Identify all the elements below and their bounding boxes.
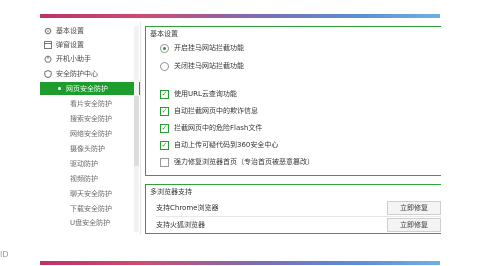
- sidebar-subitem[interactable]: 网络安全防护: [40, 127, 140, 140]
- checkbox-url-cloud[interactable]: ✓ 使用URL云查询功能: [160, 89, 237, 99]
- sidebar-item-label: 开机小助手: [56, 54, 91, 63]
- divider: [140, 22, 141, 234]
- panel-title: 基本设置: [150, 30, 178, 38]
- checkbox-unchecked-icon[interactable]: [160, 157, 169, 167]
- sidebar-subitem-label: 视频防护: [70, 174, 98, 183]
- radio-label: 开启挂马网站拦截功能: [174, 44, 244, 52]
- top-gradient-bar: [40, 14, 440, 18]
- power-icon: [44, 55, 52, 63]
- sidebar-subitem-label: U盘安全防护: [70, 218, 111, 227]
- shield-icon: [44, 69, 52, 78]
- browser-row-firefox: 支持火狐浏览器 立即修复: [156, 218, 441, 232]
- browser-label: 支持火狐浏览器: [156, 221, 205, 229]
- radio-unchecked-icon[interactable]: [160, 61, 169, 71]
- sidebar-scrollbar[interactable]: [134, 26, 139, 232]
- bottom-gradient-bar: [40, 261, 440, 265]
- sidebar-subitem[interactable]: 搜索安全防护: [40, 112, 140, 125]
- checkbox-checked-icon[interactable]: ✓: [160, 106, 169, 116]
- checkbox-label: 使用URL云查询功能: [174, 90, 237, 98]
- bullet-icon: [58, 87, 61, 90]
- checkbox-fraud-block[interactable]: ✓ 自动拦截网页中的欺诈信息: [160, 106, 258, 116]
- sidebar-subitem[interactable]: 看片安全防护: [40, 97, 140, 110]
- sidebar-item-security-center[interactable]: 安全防护中心: [40, 67, 140, 80]
- checkbox-label: 自动拦截网页中的欺诈信息: [174, 107, 258, 115]
- checkbox-upload-code[interactable]: ✓ 自动上传可疑代码到360安全中心: [160, 140, 278, 150]
- browser-row-chrome: 支持Chrome浏览器 立即修复: [156, 201, 441, 215]
- basic-settings-panel: 基本设置 开启挂马网站拦截功能 关闭挂马网站拦截功能 ✓ 使用URL云查询功能 …: [145, 26, 441, 176]
- checkbox-flash-block[interactable]: ✓ 拦截网页中的危险Flash文件: [160, 123, 262, 133]
- radio-checked-icon[interactable]: [160, 43, 169, 53]
- repair-button[interactable]: 立即修复: [387, 218, 441, 232]
- radio-label: 关闭挂马网站拦截功能: [174, 62, 244, 70]
- sidebar-subitem[interactable]: 下载安全防护: [40, 202, 140, 215]
- sidebar-subitem-label: 驱动防护: [70, 159, 98, 168]
- sidebar-subitem-label: 搜索安全防护: [70, 114, 112, 123]
- row-divider: [156, 216, 441, 217]
- checkbox-label: 拦截网页中的危险Flash文件: [174, 124, 263, 132]
- sidebar: 基本设置 弹窗设置 开机小助手 安全防护中心 网页安全防护 看片安全防护 搜索安…: [40, 22, 140, 234]
- window-icon: [44, 40, 52, 49]
- sidebar-item-boot-helper[interactable]: 开机小助手: [40, 52, 140, 65]
- panel-title: 多浏览器支持: [150, 188, 192, 196]
- radio-enable-block[interactable]: 开启挂马网站拦截功能: [160, 43, 244, 53]
- sidebar-subitem[interactable]: 驱动防护: [40, 157, 140, 170]
- checkbox-label: 自动上传可疑代码到360安全中心: [174, 141, 279, 149]
- sidebar-subitem-label: 聊天安全防护: [70, 189, 112, 198]
- side-caption: ID: [0, 250, 9, 259]
- sidebar-item-label: 弹窗设置: [56, 40, 84, 49]
- checkbox-homepage-repair[interactable]: 强力修复浏览器首页（专治首页被恶意篡改）: [160, 157, 314, 167]
- gear-icon: [44, 27, 52, 35]
- sidebar-subitem-label: 看片安全防护: [70, 99, 112, 108]
- radio-disable-block[interactable]: 关闭挂马网站拦截功能: [160, 61, 244, 71]
- sidebar-subitem[interactable]: 聊天安全防护: [40, 187, 140, 200]
- checkbox-checked-icon[interactable]: ✓: [160, 89, 169, 99]
- sidebar-subitem[interactable]: U盘安全防护: [40, 217, 140, 228]
- sidebar-item-label: 安全防护中心: [56, 69, 98, 78]
- sidebar-subitem-label: 下载安全防护: [70, 204, 112, 213]
- sidebar-subitem-label: 网络安全防护: [70, 129, 112, 138]
- sidebar-subitem-label: 网页安全防护: [66, 84, 108, 93]
- checkbox-label: 强力修复浏览器首页（专治首页被恶意篡改）: [174, 158, 314, 166]
- sidebar-subitem[interactable]: 摄像头防护: [40, 142, 140, 155]
- browser-label: 支持Chrome浏览器: [156, 204, 219, 212]
- browser-support-panel: 多浏览器支持 支持Chrome浏览器 立即修复 支持火狐浏览器 立即修复: [145, 184, 441, 234]
- checkbox-checked-icon[interactable]: ✓: [160, 123, 169, 133]
- checkbox-checked-icon[interactable]: ✓: [160, 140, 169, 150]
- sidebar-subitem-label: 摄像头防护: [70, 144, 105, 153]
- sidebar-subitem-web-protection[interactable]: 网页安全防护: [40, 82, 140, 95]
- scrollbar-thumb[interactable]: [134, 96, 139, 166]
- sidebar-item-popup-settings[interactable]: 弹窗设置: [40, 38, 140, 51]
- sidebar-item-basic-settings[interactable]: 基本设置: [40, 24, 140, 37]
- sidebar-subitem[interactable]: 视频防护: [40, 172, 140, 185]
- repair-button[interactable]: 立即修复: [387, 201, 441, 215]
- sidebar-item-label: 基本设置: [56, 26, 84, 35]
